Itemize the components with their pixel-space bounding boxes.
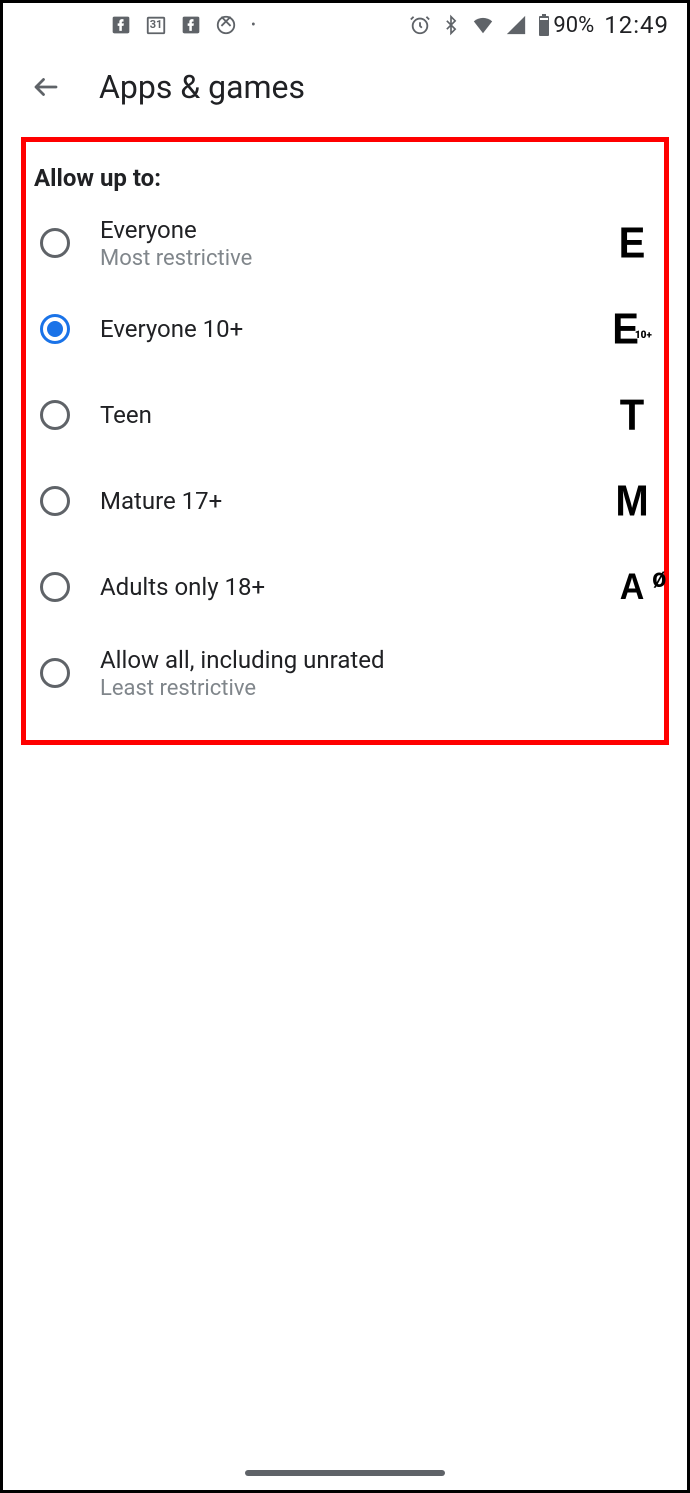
content-restriction-panel: Allow up to: Everyone Most restrictive E… xyxy=(21,137,669,745)
rating-badge-e: E xyxy=(608,223,656,263)
radio-icon xyxy=(40,400,70,430)
option-title: Everyone 10+ xyxy=(100,315,608,343)
option-title: Everyone xyxy=(100,216,608,244)
arrow-left-icon xyxy=(31,72,61,102)
page-title: Apps & games xyxy=(99,68,305,106)
bluetooth-icon xyxy=(441,14,461,36)
app-bar: Apps & games xyxy=(3,47,687,127)
section-heading: Allow up to: xyxy=(26,142,664,200)
dot-icon: • xyxy=(251,17,256,33)
option-title: Mature 17+ xyxy=(100,487,608,515)
rating-option-everyone-10[interactable]: Everyone 10+ E 10+ xyxy=(26,286,664,372)
rating-badge-ao: AØ xyxy=(608,570,656,604)
facebook-icon-2 xyxy=(181,15,201,35)
option-subtitle: Most restrictive xyxy=(100,246,608,271)
radio-icon xyxy=(40,228,70,258)
battery-percent: 90% xyxy=(553,13,594,38)
calendar-icon: 31 xyxy=(145,14,167,36)
cell-signal-icon xyxy=(505,14,527,36)
rating-option-allow-all[interactable]: Allow all, including unrated Least restr… xyxy=(26,630,664,716)
rating-badge-t: T xyxy=(608,395,656,435)
rating-badge-e10: E 10+ xyxy=(608,309,656,349)
rating-option-everyone[interactable]: Everyone Most restrictive E xyxy=(26,200,664,286)
wifi-icon xyxy=(471,14,495,36)
option-subtitle: Least restrictive xyxy=(100,676,656,701)
alarm-icon xyxy=(409,14,431,36)
rating-badge-m: M xyxy=(608,481,656,521)
radio-icon xyxy=(40,658,70,688)
facebook-icon xyxy=(111,15,131,35)
back-button[interactable] xyxy=(17,58,75,116)
radio-icon xyxy=(40,314,70,344)
rating-option-teen[interactable]: Teen T xyxy=(26,372,664,458)
radio-icon xyxy=(40,572,70,602)
battery-icon: 90% xyxy=(537,13,594,38)
radio-icon xyxy=(40,486,70,516)
option-title: Teen xyxy=(100,401,608,429)
calendar-date: 31 xyxy=(145,18,167,31)
clock: 12:49 xyxy=(604,11,669,39)
rating-option-adults-18[interactable]: Adults only 18+ AØ xyxy=(26,544,664,630)
option-title: Adults only 18+ xyxy=(100,573,608,601)
status-bar: 31 • 90% 12:49 xyxy=(3,3,687,47)
autorotate-off-icon xyxy=(215,14,237,36)
gesture-bar xyxy=(245,1470,445,1476)
option-title: Allow all, including unrated xyxy=(100,646,656,674)
rating-option-mature-17[interactable]: Mature 17+ M xyxy=(26,458,664,544)
